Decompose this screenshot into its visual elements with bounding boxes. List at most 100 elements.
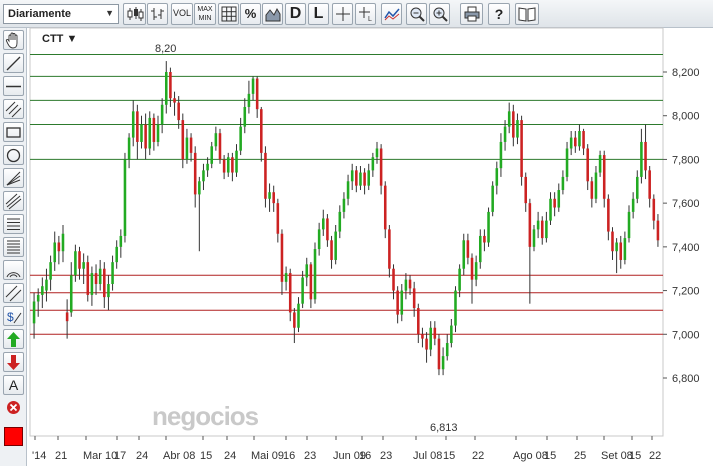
candle-down xyxy=(355,170,358,186)
max-min-button[interactable]: MAX MIN xyxy=(194,3,216,25)
candle-down xyxy=(288,273,292,313)
fibonacci-retracement-icon[interactable] xyxy=(3,214,24,234)
candle-down xyxy=(181,120,185,160)
candle-down xyxy=(417,308,420,335)
candle-down xyxy=(652,198,656,221)
fibonacci-levels-icon[interactable] xyxy=(3,237,24,257)
candle-up xyxy=(462,240,466,269)
candle-down xyxy=(152,117,156,142)
color-picker-swatch[interactable] xyxy=(4,427,23,446)
candle-up xyxy=(74,251,77,276)
candle-up xyxy=(441,356,445,370)
candle-down xyxy=(466,240,470,258)
dollar-fan-icon[interactable]: $ xyxy=(3,306,24,326)
line-chart-icon[interactable] xyxy=(381,3,402,25)
buy-arrow-icon[interactable] xyxy=(3,329,24,349)
y-tick-label: 7,600 xyxy=(672,198,700,210)
candle-down xyxy=(136,111,139,142)
print-icon[interactable] xyxy=(460,3,483,25)
rectangle-icon[interactable] xyxy=(3,122,24,142)
text-tool-icon[interactable]: A xyxy=(3,375,24,395)
candle-up xyxy=(107,284,110,298)
y-tick-label: 7,000 xyxy=(672,329,700,341)
hand-icon[interactable] xyxy=(3,30,24,50)
candle-up xyxy=(202,170,205,182)
x-tick-label: Jun 09 xyxy=(333,450,366,462)
zoom-out-icon[interactable] xyxy=(406,3,427,25)
candle-up xyxy=(226,157,230,173)
candle-down xyxy=(379,148,383,186)
candle-up xyxy=(36,294,40,302)
candle-down xyxy=(396,290,399,315)
grid-icon[interactable] xyxy=(218,3,239,25)
daily-button[interactable]: D xyxy=(285,3,306,25)
fan-lines-icon[interactable] xyxy=(3,168,24,188)
candle-down xyxy=(94,273,98,285)
x-tick-label: Mar 10 xyxy=(83,450,117,462)
candle-up xyxy=(454,290,457,326)
candle-up xyxy=(346,181,350,199)
candle-down xyxy=(280,233,284,282)
candlestick-icon[interactable] xyxy=(123,3,146,25)
candle-down xyxy=(648,170,651,199)
candle-up xyxy=(499,141,503,169)
candle-up xyxy=(297,303,300,328)
candle-down xyxy=(607,198,610,232)
percent-button[interactable]: % xyxy=(240,3,261,25)
candle-up xyxy=(210,146,214,164)
candle-down xyxy=(144,124,147,149)
candle-down xyxy=(276,203,280,234)
candle-up xyxy=(561,176,565,191)
zoom-in-icon[interactable] xyxy=(429,3,450,25)
circle-icon[interactable] xyxy=(3,145,24,165)
area-chart-icon[interactable] xyxy=(262,3,283,25)
log-scale-button[interactable]: L xyxy=(308,3,329,25)
candle-up xyxy=(371,157,375,171)
candle-up xyxy=(198,181,201,195)
candle-down xyxy=(309,264,313,300)
candle-up xyxy=(82,262,85,269)
candle-up xyxy=(375,148,379,158)
trend-line-icon[interactable] xyxy=(3,53,24,73)
candle-down xyxy=(582,131,585,149)
candle-down xyxy=(483,235,486,243)
candle-up xyxy=(305,264,309,278)
period-select[interactable]: Diariamente ▼ xyxy=(3,4,119,24)
candle-up xyxy=(268,192,271,199)
candle-down xyxy=(421,334,424,339)
x-tick-label: 21 xyxy=(55,450,67,462)
delete-icon[interactable] xyxy=(3,398,24,418)
candle-down xyxy=(644,141,647,171)
candle-up xyxy=(61,233,65,252)
candle-up xyxy=(557,190,561,208)
parallel-lines-icon[interactable] xyxy=(3,99,24,119)
regression-channel-icon[interactable] xyxy=(3,191,24,211)
candle-down xyxy=(437,338,441,370)
crosshair-label-icon[interactable]: L xyxy=(355,3,376,25)
candle-up xyxy=(45,279,48,291)
candle-up xyxy=(251,78,255,94)
candle-up xyxy=(598,155,602,173)
candle-up xyxy=(565,148,569,177)
book-icon[interactable] xyxy=(515,3,539,25)
sell-arrow-icon[interactable] xyxy=(3,352,24,372)
candle-down xyxy=(540,220,544,239)
x-tick-label: 24 xyxy=(224,450,236,462)
fibonacci-arcs-icon[interactable] xyxy=(3,260,24,280)
candle-up xyxy=(491,185,494,212)
ticker-selector[interactable]: CTT ▼ xyxy=(42,33,77,45)
ohlc-bar-icon[interactable] xyxy=(147,3,168,25)
max-label: MAX xyxy=(197,6,213,13)
horizontal-line-icon[interactable] xyxy=(3,76,24,96)
x-tick-label: Set 08 xyxy=(601,450,633,462)
diagonal-lines-icon[interactable] xyxy=(3,283,24,303)
crosshair-icon[interactable] xyxy=(332,3,353,25)
candle-up xyxy=(400,290,404,315)
candle-up xyxy=(131,111,135,138)
candle-up xyxy=(516,120,519,138)
help-icon[interactable]: ? xyxy=(488,3,510,25)
candle-down xyxy=(470,257,474,280)
candle-up xyxy=(69,275,73,313)
volume-button[interactable]: VOL xyxy=(171,3,193,25)
x-tick-label: 22 xyxy=(649,450,661,462)
